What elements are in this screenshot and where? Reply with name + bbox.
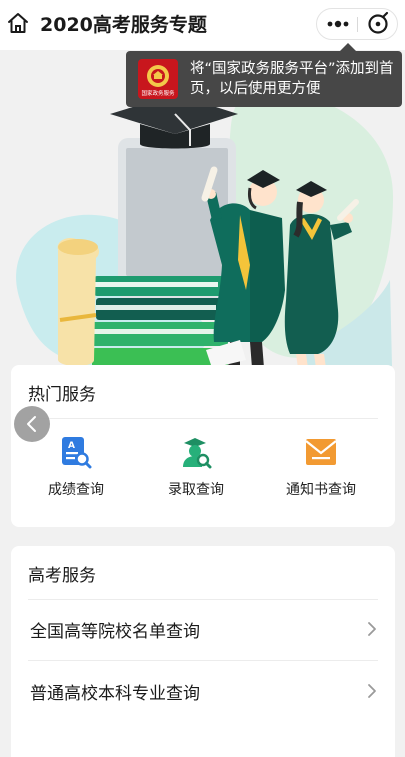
list-item-university-list[interactable]: 全国高等院校名单查询 [28,599,378,659]
capsule-divider [357,17,358,32]
chevron-right-icon [368,622,376,636]
hot-services-title: 热门服务 [28,385,96,405]
service-notice-query[interactable]: 通知书查询 [266,435,376,505]
close-button[interactable] [359,9,397,39]
logo-caption: 国家政务服务 [141,89,175,97]
list-item-label: 普通高校本科专业查询 [30,684,200,704]
add-to-home-tooltip[interactable]: 国家政务服务 将“国家政务服务平台”添加到首页，以后使用更方便 [126,43,402,107]
more-button[interactable] [319,9,357,39]
svg-text:A: A [68,441,75,451]
list-item-major-list[interactable]: 普通高校本科专业查询 [28,661,378,721]
service-label: 通知书查询 [286,482,356,498]
list-item-label: 全国高等院校名单查询 [30,622,200,642]
tooltip-text: 将“国家政务服务平台”添加到首页，以后使用更方便 [190,61,394,97]
score-search-icon: A [60,435,92,469]
notice-envelope-icon [305,435,337,469]
chevron-right-icon [368,684,376,698]
close-circle-icon [368,11,389,34]
gov-service-platform-logo: 国家政务服务 [138,59,178,99]
page-title: 2020高考服务专题 [40,14,207,36]
more-dots-icon [327,20,349,28]
gaokao-services-title: 高考服务 [28,566,96,586]
gaokao-services-card: 高考服务 全国高等院校名单查询 普通高校本科专业查询 [11,546,395,757]
carousel-prev-button[interactable] [14,406,50,442]
home-button[interactable] [6,11,30,35]
service-admission-query[interactable]: 录取查询 [141,435,251,505]
menu-capsule [316,8,398,40]
chevron-left-icon [27,416,36,432]
home-icon [8,13,28,33]
card-divider [28,418,378,419]
page: 2020高考服务专题 国家政务服务 将“国家政务服务平台”添加到首页，以后使用更… [0,0,405,757]
service-label: 录取查询 [168,482,224,498]
service-label: 成绩查询 [48,482,104,498]
admission-search-icon [180,435,212,469]
service-score-query[interactable]: A 成绩查询 [21,435,131,505]
hot-services-card: 热门服务 A 成绩查询 录取查询 通知书查询 [11,365,395,527]
